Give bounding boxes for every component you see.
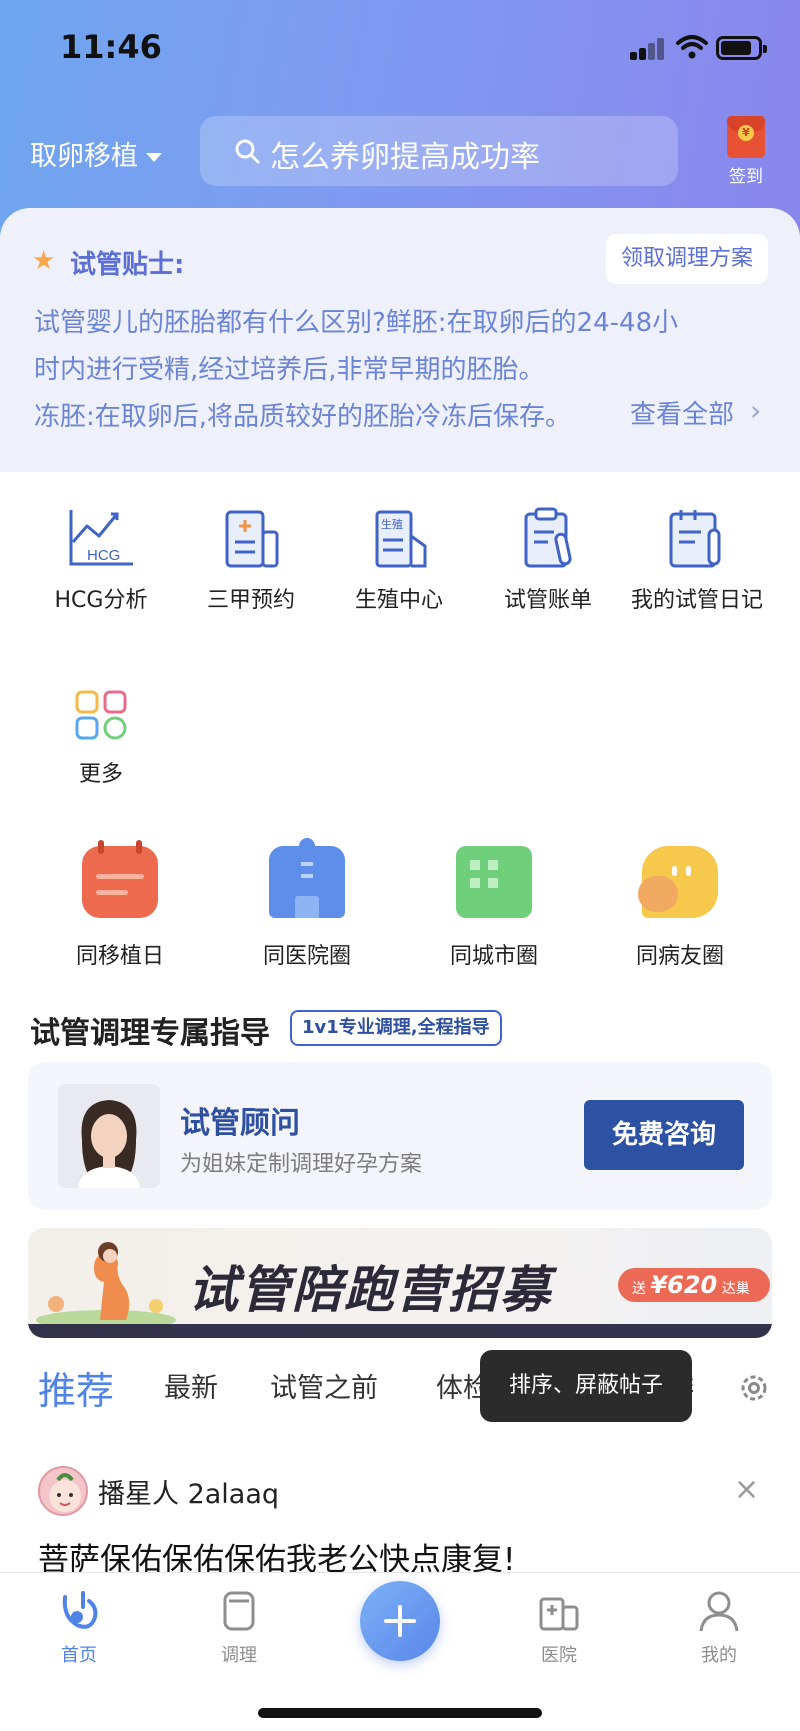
- banner-reward-pill: 送 ¥620 达巢: [618, 1268, 770, 1302]
- nav-label: 调理: [221, 1645, 257, 1666]
- chevron-right-icon[interactable]: ›: [750, 394, 761, 427]
- tool-reproductive-center[interactable]: 生殖 生殖中心: [324, 506, 474, 614]
- tool-label: 我的试管日记: [630, 588, 763, 613]
- user-icon: [699, 1591, 739, 1632]
- post-user-avatar[interactable]: [38, 1466, 88, 1516]
- tab-latest[interactable]: 最新: [164, 1366, 218, 1405]
- search-placeholder: 怎么养卵提高成功率: [270, 140, 540, 175]
- tips-title: 试管贴士:: [70, 250, 185, 280]
- sort-block-tooltip: 排序、屏蔽帖子: [480, 1350, 692, 1422]
- tool-label: HCG分析: [54, 588, 148, 613]
- get-plan-button[interactable]: 领取调理方案: [606, 234, 768, 284]
- advisor-name: 试管顾问: [180, 1106, 300, 1141]
- free-consult-button[interactable]: 免费咨询: [584, 1100, 744, 1170]
- nav-label: 首页: [61, 1645, 97, 1666]
- cellular-signal-icon: [630, 38, 666, 60]
- gear-icon[interactable]: [738, 1372, 770, 1404]
- calendar-icon: [82, 840, 158, 918]
- circle-label: 同城市圈: [449, 944, 538, 969]
- tab-recommend[interactable]: 推荐: [38, 1360, 114, 1415]
- advisor-card[interactable]: 试管顾问 为姐妹定制调理好孕方案 免费咨询: [28, 1062, 772, 1210]
- svg-text:生殖: 生殖: [381, 517, 403, 531]
- search-bar[interactable]: 怎么养卵提高成功率: [200, 116, 678, 186]
- nav-home[interactable]: 首页: [34, 1587, 124, 1667]
- hospital-icon: [539, 1597, 579, 1631]
- search-icon: [235, 139, 260, 164]
- stage-selector[interactable]: 取卵移植: [30, 134, 162, 173]
- tool-hcg-analysis[interactable]: HCG HCG分析: [26, 506, 176, 614]
- tool-label: 更多: [78, 762, 123, 787]
- clipboard-bill-icon: [524, 507, 572, 568]
- tips-card: ★ 试管贴士: 领取调理方案 试管婴儿的胚胎都有什么区别?鲜胚:在取卵后的24-…: [0, 208, 800, 472]
- circle-same-city[interactable]: 同城市圈: [404, 846, 584, 970]
- nav-label: 我的: [701, 1645, 737, 1666]
- home-icon: [62, 1591, 98, 1629]
- nav-conditioning[interactable]: 调理: [194, 1587, 284, 1667]
- tool-ivf-diary[interactable]: 我的试管日记: [622, 506, 772, 614]
- reproductive-center-icon: 生殖: [375, 510, 427, 568]
- nav-label: 医院: [541, 1645, 577, 1666]
- close-icon[interactable]: ×: [734, 1472, 759, 1507]
- advisor-avatar: [58, 1084, 160, 1188]
- guidance-title: 试管调理专属指导: [30, 1016, 270, 1051]
- circle-label: 同医院圈: [262, 944, 351, 969]
- hospital-building-icon: [269, 838, 345, 918]
- svg-text:HCG: HCG: [87, 547, 120, 564]
- banner-text: 试管陪跑营招募: [188, 1261, 552, 1319]
- home-indicator: [258, 1708, 542, 1718]
- stage-label: 取卵移植: [30, 141, 138, 172]
- tool-hospital-booking[interactable]: 三甲预约: [176, 506, 326, 614]
- jar-icon: [223, 1591, 255, 1631]
- status-time: 11:46: [60, 28, 162, 66]
- post-username[interactable]: 播星人 2alaaq: [98, 1472, 279, 1511]
- tool-label: 试管账单: [503, 588, 592, 613]
- circle-label: 同病友圈: [635, 944, 724, 969]
- circle-label: 同移植日: [75, 944, 164, 969]
- wifi-icon: [676, 35, 708, 59]
- guidance-badge: 1v1专业调理,全程指导: [290, 1010, 502, 1046]
- tool-more[interactable]: 更多: [26, 688, 176, 788]
- nav-hospital[interactable]: 医院: [514, 1587, 604, 1667]
- more-grid-icon: [75, 690, 127, 740]
- clipboard-diary-icon: [669, 510, 721, 568]
- hospital-booking-icon: [225, 510, 279, 568]
- advisor-description: 为姐妹定制调理好孕方案: [180, 1152, 423, 1177]
- chat-bubbles-icon: [638, 846, 718, 918]
- battery-icon: [716, 36, 767, 60]
- add-post-button[interactable]: [360, 1581, 440, 1661]
- circle-same-transfer-day[interactable]: 同移植日: [30, 840, 210, 970]
- circle-same-patients[interactable]: 同病友圈: [590, 846, 770, 970]
- tool-label: 三甲预约: [206, 588, 295, 613]
- banner-stripe: [28, 1324, 772, 1338]
- signin-label: 签到: [729, 167, 763, 187]
- city-building-icon: [456, 846, 532, 918]
- red-envelope-icon: ¥: [727, 116, 765, 158]
- view-all-link[interactable]: 查看全部: [630, 394, 734, 431]
- recruitment-banner[interactable]: 试管陪跑营招募 送 ¥620 达巢: [28, 1228, 772, 1338]
- circle-same-hospital[interactable]: 同医院圈: [217, 838, 397, 970]
- star-icon: ★: [32, 246, 56, 276]
- tool-ivf-bill[interactable]: 试管账单: [473, 506, 623, 614]
- tool-label: 生殖中心: [354, 588, 443, 613]
- tab-before-ivf[interactable]: 试管之前: [270, 1366, 378, 1405]
- caret-down-icon: [146, 153, 162, 162]
- pregnant-woman-illustration: [36, 1242, 176, 1330]
- hcg-chart-icon: HCG: [69, 510, 133, 566]
- status-bar: 11:46: [0, 0, 800, 96]
- signin-button[interactable]: ¥ 签到: [722, 116, 770, 187]
- nav-profile[interactable]: 我的: [674, 1587, 764, 1667]
